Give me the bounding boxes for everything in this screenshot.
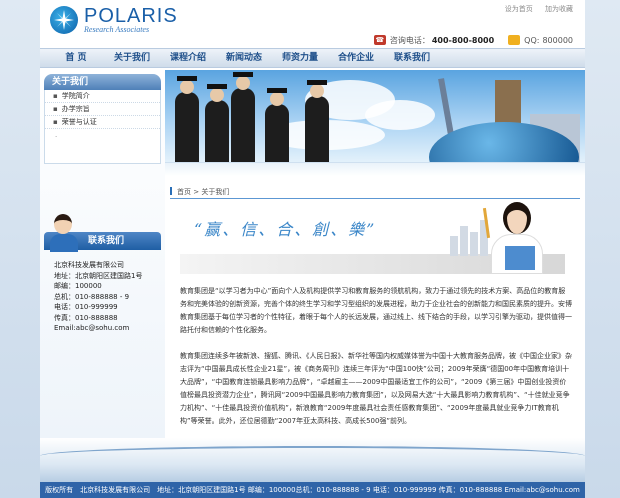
sidebar-item-label: 荣誉与认证: [61, 118, 97, 126]
contact-postcode: 邮编：100000: [54, 282, 102, 290]
banner-image: [165, 70, 585, 162]
sidebar-item-intro[interactable]: ▪ 学院简介: [45, 90, 160, 103]
nav-item-courses[interactable]: 课程介绍: [160, 49, 216, 67]
logo-text: POLARIS Research Associates: [84, 6, 178, 34]
breadcrumb-marker: [170, 187, 172, 195]
add-favorite-link[interactable]: 加为收藏: [545, 5, 573, 13]
breadcrumb: 首页 > 关于我们: [170, 187, 580, 199]
logo[interactable]: POLARIS Research Associates: [50, 6, 178, 34]
nav-item-home[interactable]: 首 页: [48, 49, 104, 67]
footer: 版权所有 北京科技发展有限公司 地址：北京朝阳区建国路1号 邮编：100000总…: [40, 482, 585, 498]
sidebar-item-label: 办学宗旨: [61, 105, 90, 113]
contact-address: 地址：北京朝阳区建国路1号: [54, 271, 143, 280]
banner-swoosh: [165, 162, 585, 176]
content-paragraph: 教育集团连续多年被新浪、搜狐、腾讯、《人民日报》、新华社等国内权威媒体誉为中国十…: [180, 352, 572, 425]
header-contact: ☎ 咨询电话： 400-800-8000 QQ: 800000: [373, 32, 585, 48]
bullet-icon: ▪: [53, 105, 58, 113]
sidebar-divider-dot: ·: [55, 133, 58, 141]
contact-phone: 电话：010-999999: [54, 303, 118, 311]
sidebar-menu: ▪ 学院简介 ▪ 办学宗旨 ▪ 荣誉与认证 ·: [44, 90, 161, 164]
contact-company: 北京科技发展有限公司: [54, 261, 124, 269]
breadcrumb-separator: >: [191, 188, 202, 196]
slogan-banner: “赢、信、合、創、樂”: [180, 202, 565, 276]
set-homepage-link[interactable]: 设为首页: [505, 5, 533, 13]
bullet-icon: ▪: [53, 92, 58, 100]
nav-item-partners[interactable]: 合作企业: [328, 49, 384, 67]
student-photo: [482, 200, 547, 274]
phone-icon: ☎: [373, 35, 386, 45]
contact-email[interactable]: Email:abc@sohu.com: [44, 323, 161, 334]
contact-info: 北京科技发展有限公司 地址：北京朝阳区建国路1号 邮编：100000 总机：01…: [44, 260, 161, 334]
qq-icon: [508, 35, 521, 45]
breadcrumb-current: 关于我们: [201, 188, 230, 196]
contact-switchboard: 总机：010-888888 - 9: [54, 292, 130, 301]
content-paragraph: 教育集团是“以学习者为中心”面向个人及机构提供学习和教育服务的领航机构，致力于通…: [180, 287, 572, 334]
nav-item-news[interactable]: 新闻动态: [216, 49, 272, 67]
sidebar-item-mission[interactable]: ▪ 办学宗旨: [45, 103, 160, 116]
page: POLARIS Research Associates 设为首页 加为收藏 ☎ …: [40, 0, 585, 498]
header: POLARIS Research Associates 设为首页 加为收藏 ☎ …: [40, 0, 585, 48]
nav-item-contact[interactable]: 联系我们: [384, 49, 440, 67]
phone-label: 咨询电话：: [389, 35, 430, 45]
main-nav: 首 页 关于我们 课程介绍 新闻动态 师资力量 合作企业 联系我们: [40, 48, 585, 68]
top-links: 设为首页 加为收藏: [495, 4, 573, 14]
sidebar-title: 关于我们: [44, 74, 161, 90]
qq-number: 800000: [542, 35, 573, 45]
qq-label: QQ:: [524, 35, 540, 45]
logo-star-icon: [50, 6, 78, 34]
sidebar: 关于我们 ▪ 学院简介 ▪ 办学宗旨 ▪ 荣誉与认证 · 联系我们 北京科技发展有限公…: [40, 70, 165, 440]
logo-name: POLARIS: [84, 5, 178, 27]
breadcrumb-home[interactable]: 首页: [177, 188, 191, 196]
phone-number: 400-800-8000: [431, 35, 495, 45]
nav-item-faculty[interactable]: 师资力量: [272, 49, 328, 67]
footer-wave: [40, 438, 585, 482]
sidebar-item-label: 学院简介: [61, 92, 90, 100]
contact-fax: 传真：010-888888: [54, 313, 118, 322]
sidebar-item-honors[interactable]: ▪ 荣誉与认证: [45, 116, 160, 129]
customer-service-avatar: [50, 212, 78, 254]
main-content: 教育集团是“以学习者为中心”面向个人及机构提供学习和教育服务的领航机构，致力于通…: [180, 285, 572, 441]
bullet-icon: ▪: [53, 118, 58, 126]
nav-item-about[interactable]: 关于我们: [104, 49, 160, 67]
slogan-text: “赢、信、合、創、樂”: [194, 220, 377, 239]
contact-header-block: 联系我们: [40, 212, 165, 258]
